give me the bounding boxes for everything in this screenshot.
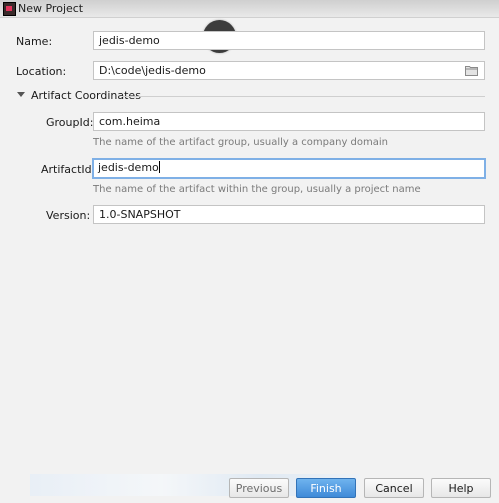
triangle-down-icon[interactable] <box>17 92 25 97</box>
location-label: Location: <box>16 65 67 78</box>
version-value: 1.0-SNAPSHOT <box>99 208 181 221</box>
groupid-label: GroupId: <box>46 116 94 129</box>
app-icon <box>3 2 16 16</box>
name-label: Name: <box>16 35 53 48</box>
cancel-button[interactable]: Cancel <box>364 478 424 498</box>
artifactid-label: ArtifactId: <box>41 163 96 176</box>
version-input[interactable]: 1.0-SNAPSHOT <box>93 205 485 224</box>
help-button[interactable]: Help <box>431 478 491 498</box>
artifactid-input[interactable]: jedis-demo <box>92 158 486 179</box>
groupid-input[interactable]: com.heima <box>93 112 485 131</box>
folder-icon[interactable] <box>465 65 478 76</box>
project-location-input[interactable]: D:\code\jedis-demo <box>93 61 485 80</box>
window-title: New Project <box>18 2 84 15</box>
groupid-hint: The name of the artifact group, usually … <box>93 137 388 148</box>
section-divider <box>122 96 485 97</box>
project-name-input[interactable]: jedis-demo <box>93 31 485 50</box>
artifactid-hint: The name of the artifact within the grou… <box>93 184 421 195</box>
artifactid-value: jedis-demo <box>98 161 159 174</box>
title-bar: New Project <box>0 0 499 18</box>
text-caret <box>158 161 160 173</box>
new-project-dialog: New Project Name: jedis-demo Location: D… <box>0 0 499 503</box>
finish-button[interactable]: Finish <box>296 478 356 498</box>
previous-button[interactable]: Previous <box>229 478 289 498</box>
groupid-value: com.heima <box>99 115 161 128</box>
version-label: Version: <box>46 209 91 222</box>
project-location-value: D:\code\jedis-demo <box>99 64 206 77</box>
project-name-value: jedis-demo <box>99 34 160 47</box>
